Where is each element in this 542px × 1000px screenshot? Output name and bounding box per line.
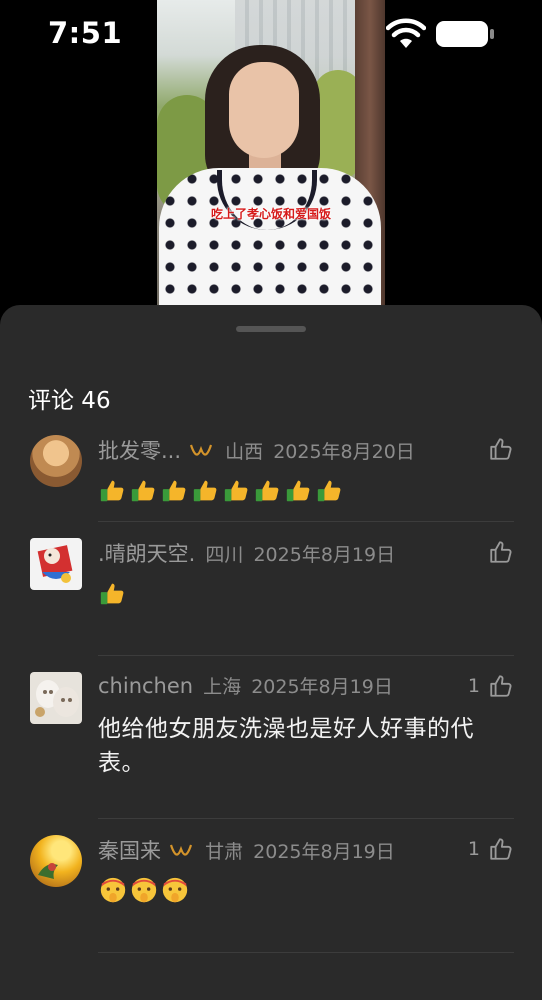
like-button[interactable]: 1 — [468, 673, 514, 699]
comment-region: 四川 — [205, 544, 244, 566]
like-button[interactable]: 1 — [468, 836, 514, 862]
emoji-row — [98, 875, 518, 905]
avatar[interactable] — [30, 835, 82, 887]
wifi-icon — [386, 18, 426, 48]
sheet-drag-handle[interactable] — [236, 326, 306, 332]
avatar-illustration — [38, 863, 58, 879]
emoji-row — [98, 475, 518, 505]
shushing-face-emoji-icon — [100, 877, 126, 903]
heart-badge-icon — [170, 844, 193, 856]
comment-list: 批发零... 山西 2025年8月20日 .晴朗天空. 四川 2025年8月19… — [0, 435, 542, 953]
thumbs-up-emoji-icon — [317, 480, 341, 502]
comment-region: 甘肃 — [205, 841, 244, 863]
shushing-face-emoji-icon — [131, 877, 157, 903]
comment-meta: chinchen 上海 2025年8月19日 — [98, 672, 393, 702]
comment-username[interactable]: 批发零... — [98, 439, 181, 463]
comment-date: 2025年8月19日 — [251, 676, 393, 698]
comment-emoji-content — [98, 475, 518, 505]
thumbs-up-emoji-icon — [100, 583, 124, 605]
video-subtitle: 吃上了孝心饭和爱国饭 — [210, 207, 331, 221]
avatar-illustration — [37, 545, 73, 583]
thumbs-up-outline-icon — [490, 675, 512, 697]
thumbs-up-emoji-icon — [255, 480, 279, 502]
comment-username[interactable]: .晴朗天空. — [98, 542, 195, 566]
status-bar: 7:51 — [0, 0, 542, 70]
comment-item: 秦国来 甘肃 2025年8月19日 1 — [0, 819, 542, 953]
comment-item: 批发零... 山西 2025年8月20日 — [0, 435, 542, 522]
avatar-illustration — [35, 680, 79, 717]
thumbs-up-emoji-icon — [286, 480, 310, 502]
comment-meta: .晴朗天空. 四川 2025年8月19日 — [98, 538, 395, 568]
like-button[interactable] — [488, 436, 514, 462]
avatar[interactable] — [30, 672, 82, 724]
comment-date: 2025年8月19日 — [253, 841, 395, 863]
comment-region: 山西 — [225, 441, 264, 463]
comment-list-viewport[interactable]: 批发零... 山西 2025年8月20日 .晴朗天空. 四川 2025年8月19… — [0, 435, 542, 1000]
thumbs-up-emoji-icon — [224, 480, 248, 502]
comment-date: 2025年8月19日 — [253, 544, 396, 566]
comment-item: .晴朗天空. 四川 2025年8月19日 — [0, 522, 542, 656]
comment-username[interactable]: 秦国来 — [98, 839, 161, 863]
like-count: 1 — [467, 838, 480, 860]
shushing-face-emoji-icon — [162, 877, 188, 903]
comment-region: 上海 — [203, 676, 242, 698]
thumbs-up-outline-icon — [490, 838, 512, 860]
comment-count-title: 评论 46 — [28, 388, 111, 414]
like-button[interactable] — [488, 539, 514, 565]
status-time: 7:51 — [48, 16, 123, 50]
thumbs-up-emoji-icon — [162, 480, 186, 502]
avatar[interactable] — [30, 538, 82, 590]
comment-meta: 秦国来 甘肃 2025年8月19日 — [98, 835, 395, 865]
comment-text: 他给他女朋友洗澡也是好人好事的代表。 — [98, 716, 474, 776]
comment-item: chinchen 上海 2025年8月19日 1 他给他女朋友洗澡也是好人好事的… — [0, 656, 542, 819]
battery-icon — [436, 21, 494, 47]
comment-divider — [98, 952, 514, 953]
thumbs-up-emoji-icon — [131, 480, 155, 502]
thumbs-up-emoji-icon — [100, 480, 124, 502]
comment-username[interactable]: chinchen — [98, 674, 193, 698]
emoji-row — [98, 578, 518, 608]
comment-sheet: 评论 46 批发零... 山西 2025年8月20日 .晴朗天空. 四川 202… — [0, 305, 542, 1000]
like-count: 1 — [467, 675, 480, 697]
thumbs-up-outline-icon — [490, 438, 512, 460]
comment-emoji-content — [98, 875, 518, 905]
thumbs-up-outline-icon — [490, 541, 512, 563]
comment-date: 2025年8月20日 — [273, 441, 415, 463]
heart-badge-icon — [190, 444, 213, 456]
video-person-face — [229, 62, 299, 158]
avatar[interactable] — [30, 435, 82, 487]
comment-emoji-content — [98, 578, 518, 608]
thumbs-up-emoji-icon — [193, 480, 217, 502]
comment-meta: 批发零... 山西 2025年8月20日 — [98, 435, 415, 465]
